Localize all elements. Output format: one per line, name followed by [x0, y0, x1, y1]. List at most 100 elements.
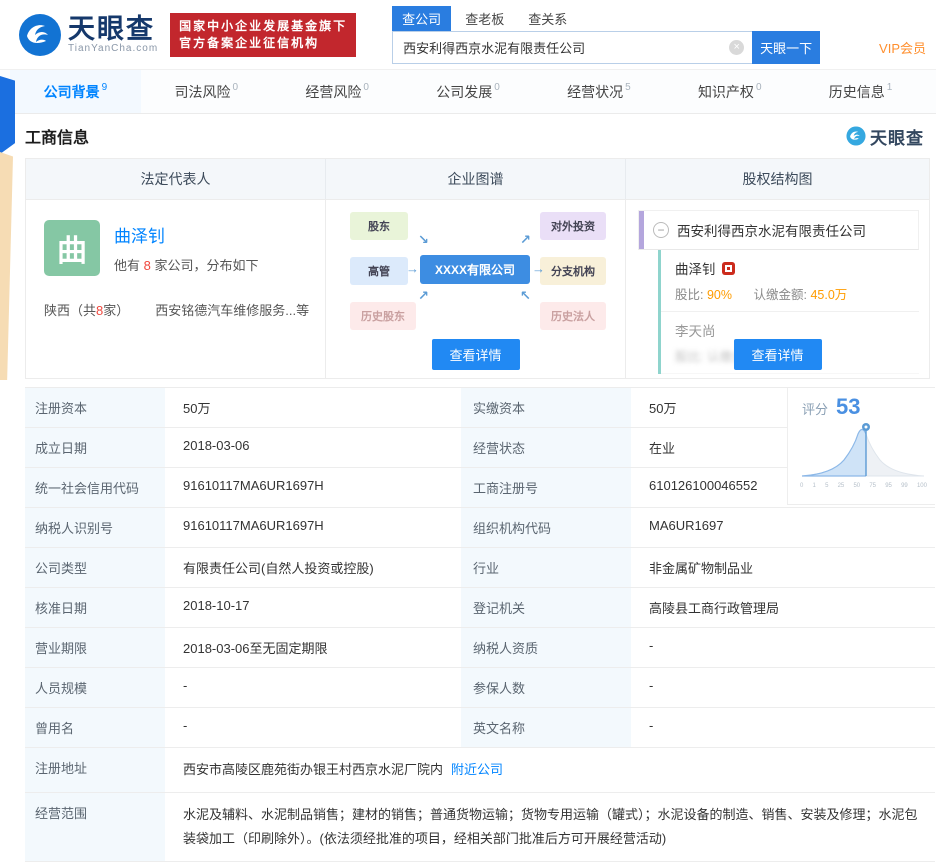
score-value: 53 — [836, 394, 861, 419]
row-label: 登记机关 — [461, 588, 631, 627]
business-info-table: 注册资本 50万 实缴资本 50万 成立日期 2018-03-06 经营状态 在… — [25, 387, 935, 862]
arrow-up-right-icon: ↗ — [418, 288, 429, 303]
desc-suffix: 家公司，分布如下 — [150, 258, 259, 273]
graph-node-history-legal[interactable]: 历史法人 — [540, 302, 606, 330]
table-row: 曾用名 - 英文名称 - — [25, 708, 935, 748]
arrow-right-icon: → — [406, 261, 419, 276]
equity-holder-row[interactable]: 曲泽钊 股比: 90% 认缴金额: 45.0万 — [661, 250, 919, 312]
search-input[interactable] — [392, 30, 753, 64]
controller-badge-icon — [721, 261, 735, 275]
tab-judicial-risk[interactable]: 司法风险 0 — [141, 70, 272, 113]
equity-view-details-button[interactable]: 查看详情 — [733, 339, 822, 370]
table-row-address: 注册地址 西安市高陵区鹿苑街办银王村西京水泥厂院内 附近公司 — [25, 748, 935, 794]
tab-intellectual-property[interactable]: 知识产权 0 — [664, 70, 795, 113]
row-value: - — [649, 718, 654, 733]
tab-label: 公司发展 — [436, 83, 493, 100]
table-row: 纳税人识别号 91610117MA6UR1697H 组织机构代码 MA6UR16… — [25, 508, 935, 548]
row-label: 核准日期 — [25, 588, 165, 627]
score-distribution-chart — [801, 423, 925, 477]
row-value: 2018-03-06 — [183, 438, 250, 453]
row-value: 有限责任公司(自然人投资或控股) — [183, 561, 374, 576]
score-axis: 0 1 5 25 50 75 95 99 100 — [800, 483, 927, 489]
row-label: 组织机构代码 — [461, 508, 631, 547]
row-value: 2018-03-06至无固定期限 — [183, 641, 328, 656]
watermark-eye-icon — [846, 126, 866, 146]
search-tab-company[interactable]: 查公司 — [392, 5, 452, 31]
row-value: 2018-10-17 — [183, 598, 250, 613]
company-score-panel: 评分 53 0 1 5 25 50 75 95 99 100 — [787, 388, 935, 505]
business-scope-text: 水泥及辅料、水泥制品销售；建材的销售；普通货物运输；货物专用运输（罐式）；水泥设… — [183, 807, 918, 847]
company-count: 8 — [143, 258, 151, 273]
graph-node-executive[interactable]: 高管 — [350, 257, 408, 285]
search-tab-boss[interactable]: 查老板 — [455, 6, 514, 31]
row-label: 人员规模 — [25, 668, 165, 707]
row-label: 曾用名 — [25, 708, 165, 747]
row-label: 注册资本 — [25, 388, 165, 427]
graph-node-center-company[interactable]: XXXX有限公司 — [420, 255, 530, 284]
logo-title: 天眼查 — [68, 14, 155, 44]
related-company-link[interactable]: 西安铭德汽车维修服务...等 — [155, 300, 309, 319]
enterprise-graph-panel: 股东 对外投资 高管 XXXX有限公司 分支机构 历史股东 历史法人 ↘ ↗ →… — [326, 200, 626, 378]
tianyancha-watermark: 天眼查 — [846, 124, 924, 149]
tab-count: 1 — [886, 82, 893, 93]
row-label: 注册地址 — [25, 748, 165, 793]
tab-label: 经营风险 — [305, 83, 362, 100]
arrow-down-right-icon: ↘ — [418, 232, 429, 247]
legal-rep-name-link[interactable]: 曲泽钊 — [114, 222, 258, 247]
legal-representative-panel: 曲 曲泽钊 他有 8 家公司，分布如下 陕西（共8家） 西安铭德汽车维修服务..… — [26, 200, 326, 378]
nearby-companies-link[interactable]: 附近公司 — [451, 762, 503, 777]
tab-label: 知识产权 — [697, 83, 754, 100]
desc-prefix: 他有 — [114, 258, 144, 273]
row-value: - — [649, 678, 654, 693]
row-value: - — [183, 678, 188, 693]
graph-node-branch[interactable]: 分支机构 — [540, 257, 606, 285]
table-row: 公司类型 有限责任公司(自然人投资或控股) 行业 非金属矿物制品业 — [25, 548, 935, 588]
tab-count: 9 — [101, 82, 108, 93]
tab-history-info[interactable]: 历史信息 1 — [795, 70, 926, 113]
tab-company-background[interactable]: 公司背景 9 — [10, 70, 141, 113]
region-suffix: 家） — [103, 303, 130, 318]
legal-rep-description: 他有 8 家公司，分布如下 — [114, 255, 258, 274]
root-company-name: 西安利得西京水泥有限责任公司 — [677, 224, 866, 239]
row-label: 英文名称 — [461, 708, 631, 747]
row-value: 91610117MA6UR1697H — [183, 518, 324, 533]
arrow-up-right-icon: ↗ — [520, 232, 531, 247]
search-button[interactable]: 天眼一下 — [752, 30, 821, 64]
graph-view-details-button[interactable]: 查看详情 — [431, 339, 520, 370]
avatar[interactable]: 曲 — [44, 220, 100, 276]
row-value: 非金属矿物制品业 — [649, 561, 754, 576]
search-tab-relation[interactable]: 查关系 — [518, 6, 577, 31]
vip-member-link[interactable]: VIP会员 — [879, 38, 926, 57]
tab-count: 0 — [755, 82, 762, 93]
row-value: MA6UR1697 — [649, 518, 724, 533]
tab-operation-risk[interactable]: 经营风险 0 — [272, 70, 403, 113]
holder-name: 李天尚 — [675, 324, 716, 339]
amount-label: 认缴金额: — [753, 288, 807, 302]
tab-count: 0 — [363, 82, 369, 93]
row-value: 高陵县工商行政管理局 — [649, 601, 780, 616]
tab-label: 经营状况 — [567, 83, 624, 100]
clear-search-icon[interactable]: × — [729, 39, 745, 55]
collapse-icon[interactable]: − — [653, 222, 669, 238]
tab-count: 0 — [494, 82, 500, 93]
search-block: 查公司 查老板 查关系 × 天眼一下 — [392, 5, 822, 64]
arrow-right-icon: → — [532, 261, 545, 276]
gov-certification-badge: 国家中小企业发展基金旗下 官方备案企业征信机构 — [170, 12, 357, 57]
tab-label: 司法风险 — [174, 83, 231, 100]
section-title-business-info: 工商信息 — [25, 130, 90, 147]
region-distribution-link[interactable]: 陕西（共8家） — [44, 300, 129, 319]
watermark-text: 天眼查 — [870, 128, 924, 148]
left-edge-decoration-blue — [0, 76, 15, 154]
row-value: 50万 — [183, 401, 211, 416]
graph-node-shareholder[interactable]: 股东 — [350, 212, 408, 240]
graph-node-investment[interactable]: 对外投资 — [540, 212, 606, 240]
equity-root-company[interactable]: − 西安利得西京水泥有限责任公司 — [638, 210, 919, 250]
tab-operating-status[interactable]: 经营状况 5 — [533, 70, 664, 113]
tab-company-development[interactable]: 公司发展 0 — [403, 70, 534, 113]
root-bar — [639, 211, 644, 249]
tianyancha-logo[interactable]: 天眼查 TianYanCha.com — [18, 13, 158, 57]
company-nav-tabs: 公司背景 9 司法风险 0 经营风险 0 公司发展 0 经营状况 5 知识产权 0 历史信息… — [0, 70, 936, 114]
region-prefix: 陕西（共 — [44, 303, 97, 318]
graph-node-history-shareholder[interactable]: 历史股东 — [350, 302, 416, 330]
score-label: 评分 — [802, 402, 829, 417]
